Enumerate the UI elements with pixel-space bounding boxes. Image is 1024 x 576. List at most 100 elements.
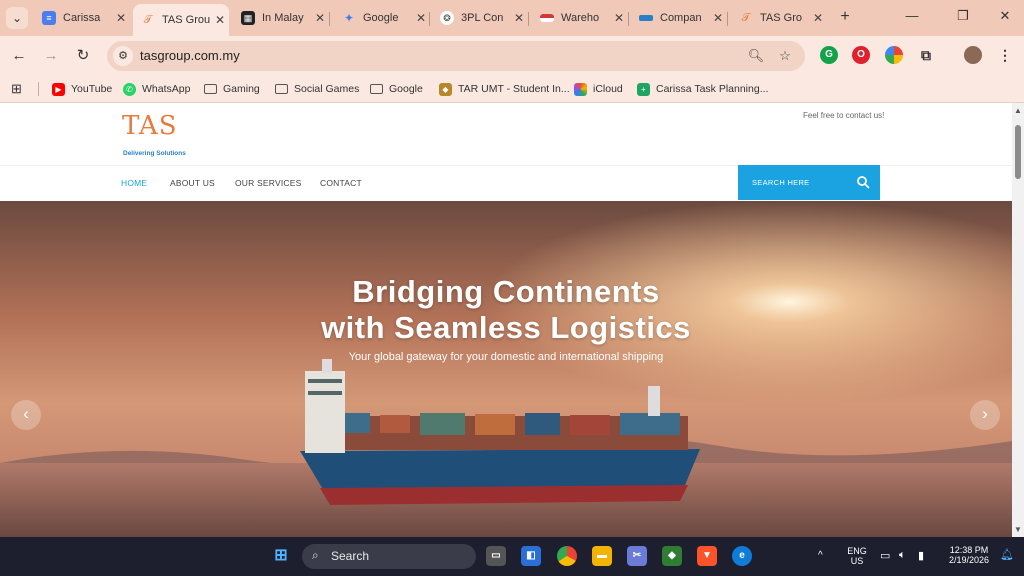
bookmark-icloud[interactable]: iCloud	[574, 81, 623, 97]
tab-warehouse[interactable]: Wareho ✕	[532, 6, 628, 30]
tab-company[interactable]: Compan ✕	[631, 6, 727, 30]
tab-search-button[interactable]: ⌄	[6, 7, 28, 29]
close-icon[interactable]: ✕	[311, 11, 329, 25]
close-icon[interactable]: ✕	[112, 11, 130, 25]
address-bar[interactable]: ⚙ tasgroup.com.my 🔍︎ ☆	[107, 41, 805, 71]
scroll-thumb[interactable]	[1015, 125, 1021, 179]
google-lens-icon[interactable]	[885, 46, 903, 64]
tab-title: Google	[363, 12, 399, 24]
forward-button[interactable]: →	[40, 45, 62, 67]
tab-strip: ⌄ ≡ Carissa ✕ 𝒯 TAS Grou ✕ ▦ In Malay ✕ …	[0, 0, 1024, 36]
nav-our-services[interactable]: OUR SERVICES	[235, 178, 301, 188]
carousel-prev-button[interactable]: ‹	[11, 400, 41, 430]
site-logo[interactable]: TAS	[122, 111, 178, 141]
nav-contact[interactable]: CONTACT	[320, 178, 362, 188]
docs-icon: ≡	[42, 11, 56, 25]
close-window-button[interactable]: ✕	[990, 8, 1020, 28]
tab-tas-group[interactable]: 𝒯 TAS Gro ✕	[731, 6, 827, 30]
bookmark-folder-gaming[interactable]: Gaming	[204, 81, 260, 97]
url-text[interactable]: tasgroup.com.my	[140, 48, 240, 63]
bookmark-youtube[interactable]: ▶ YouTube	[52, 81, 112, 97]
bookmark-label: Carissa Task Planning...	[656, 83, 769, 95]
close-icon[interactable]: ✕	[510, 11, 528, 25]
nav-about-us[interactable]: ABOUT US	[170, 178, 215, 188]
tab-title: In Malay	[262, 12, 304, 24]
tab-3pl[interactable]: ❂ 3PL Con ✕	[432, 6, 528, 30]
snipping-tool-icon[interactable]: ✂	[627, 546, 647, 566]
tab-tas-group-active[interactable]: 𝒯 TAS Grou ✕	[133, 4, 229, 36]
extensions-icon[interactable]: ⧉	[917, 46, 935, 64]
notification-bell-icon[interactable]: 🔔︎	[1000, 548, 1014, 561]
file-explorer-icon[interactable]: ▬	[592, 546, 612, 566]
page-scrollbar[interactable]: ▲ ▼	[1012, 103, 1024, 537]
minimize-button[interactable]: —	[897, 8, 927, 28]
bookmark-label: YouTube	[71, 83, 113, 95]
clock-time: 12:38 PM	[949, 545, 989, 555]
bookmark-tarumt[interactable]: ◆ TAR UMT - Student In...	[439, 81, 570, 97]
tarumt-icon: ◆	[439, 82, 452, 96]
volume-icon[interactable]: 🔈︎	[899, 549, 906, 562]
icloud-icon	[574, 82, 587, 96]
zoom-icon[interactable]: 🔍︎	[747, 47, 765, 65]
new-tab-button[interactable]: +	[835, 7, 855, 27]
tab-google[interactable]: ✦ Google ✕	[334, 6, 430, 30]
back-button[interactable]: ←	[8, 45, 30, 67]
display-icon[interactable]: ▭	[880, 549, 890, 562]
bookmark-whatsapp[interactable]: ✆ WhatsApp	[123, 81, 190, 97]
logo-tagline: Delivering Solutions	[123, 150, 186, 157]
grammarly-icon[interactable]: G	[820, 46, 838, 64]
folder-icon	[370, 84, 383, 94]
taskbar-search[interactable]: ⌕ Search	[302, 544, 476, 569]
tab-divider	[727, 12, 728, 26]
tab-title: Carissa	[63, 12, 101, 24]
taskbar: ⊞ ⌕ Search ▭ ◧ ▬ ✂ ◆ ▼ e ^ ENG US ▭ 🔈︎ ▮…	[0, 537, 1024, 576]
opera-icon[interactable]: O	[852, 46, 870, 64]
tas-icon: 𝒯	[741, 11, 751, 24]
brave-icon[interactable]: ▼	[697, 546, 717, 566]
sims-icon[interactable]: ◆	[662, 546, 682, 566]
tab-in-malaysia[interactable]: ▦ In Malay ✕	[233, 6, 329, 30]
close-icon[interactable]: ✕	[211, 13, 229, 27]
chatgpt-icon: ❂	[440, 11, 454, 25]
close-icon[interactable]: ✕	[709, 11, 727, 25]
taskbar-search-label: Search	[331, 549, 370, 563]
search-placeholder[interactable]: SEARCH HERE	[752, 178, 809, 187]
bookmark-carissa-task[interactable]: + Carissa Task Planning...	[637, 81, 768, 97]
site-search[interactable]: SEARCH HERE	[738, 165, 880, 200]
apps-grid-icon[interactable]: ⊞	[11, 81, 22, 97]
reload-button[interactable]: ↻	[72, 45, 94, 67]
hero-title-line-2: with Seamless Logistics	[321, 310, 691, 345]
chevron-up-icon[interactable]: ^	[818, 550, 823, 561]
edge-icon[interactable]: e	[732, 546, 752, 566]
carousel-next-button[interactable]: ›	[970, 400, 1000, 430]
kebab-menu-icon[interactable]: ⋮	[996, 46, 1014, 64]
scroll-up-arrow-icon[interactable]: ▲	[1014, 106, 1022, 115]
page-viewport: TAS Delivering Solutions Feel free to co…	[0, 103, 1012, 537]
battery-icon[interactable]: ▮	[918, 549, 924, 562]
chrome-icon[interactable]	[557, 546, 577, 566]
profile-avatar[interactable]	[964, 46, 982, 64]
task-view-icon[interactable]: ▭	[486, 546, 506, 566]
language-indicator[interactable]: ENG US	[846, 546, 868, 566]
tab-carissa[interactable]: ≡ Carissa ✕	[34, 6, 130, 30]
restore-button[interactable]: ❐	[948, 8, 978, 28]
lang-line-2: US	[850, 556, 864, 566]
close-icon[interactable]: ✕	[809, 11, 827, 25]
search-icon: ⌕	[312, 548, 319, 562]
nav-home[interactable]: HOME	[121, 178, 147, 188]
clock[interactable]: 12:38 PM 2/19/2026	[940, 545, 998, 565]
folder-icon	[204, 84, 217, 94]
site-header: TAS Delivering Solutions Feel free to co…	[0, 103, 1012, 166]
close-icon[interactable]: ✕	[610, 11, 628, 25]
windows-start-icon[interactable]: ⊞	[271, 546, 291, 566]
search-icon[interactable]	[856, 175, 870, 189]
scroll-down-arrow-icon[interactable]: ▼	[1014, 525, 1022, 534]
site-info-icon[interactable]: ⚙	[113, 46, 133, 66]
company-icon	[639, 15, 653, 21]
close-icon[interactable]: ✕	[412, 11, 430, 25]
bookmark-star-icon[interactable]: ☆	[776, 47, 794, 65]
bookmark-folder-social-games[interactable]: Social Games	[275, 81, 359, 97]
bookmark-folder-google[interactable]: Google	[370, 81, 423, 97]
flag-icon	[540, 14, 554, 22]
store-icon[interactable]: ◧	[521, 546, 541, 566]
